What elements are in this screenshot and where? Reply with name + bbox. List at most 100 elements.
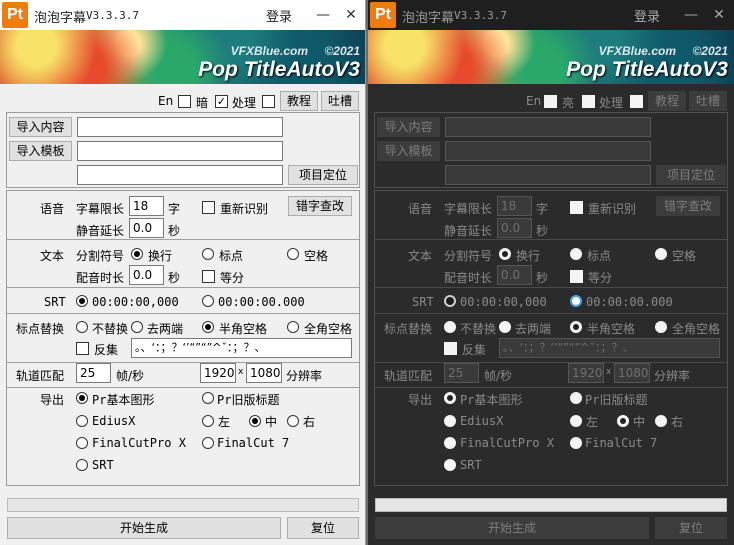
punct-half-radio[interactable] (570, 321, 582, 333)
dub-duration-input[interactable]: 0.0 (497, 265, 532, 285)
punct-half-radio[interactable] (202, 321, 214, 333)
start-generate-button[interactable]: 开始生成 (375, 517, 649, 539)
export-pr-legacy-radio[interactable] (202, 392, 214, 404)
reset-button[interactable]: 复位 (655, 517, 727, 539)
export-fcpx-radio[interactable] (76, 437, 88, 449)
en-checkbox[interactable] (544, 95, 557, 108)
sep-punct-radio[interactable] (202, 248, 214, 260)
reidentify-checkbox[interactable] (570, 201, 583, 214)
reverse-checkbox[interactable] (444, 342, 457, 355)
content-path-input[interactable] (77, 117, 283, 137)
equal-split-checkbox[interactable] (202, 270, 215, 283)
tutorial-button[interactable]: 教程 (280, 91, 318, 111)
srt-dot-radio[interactable] (202, 295, 214, 307)
fps-input[interactable]: 25 (444, 363, 479, 383)
sep-newline-radio[interactable] (131, 248, 143, 260)
content-path-input[interactable] (445, 117, 651, 137)
export-srt-radio[interactable] (76, 459, 88, 471)
template-path-input[interactable] (77, 141, 283, 161)
export-label: 导出 (40, 393, 65, 407)
banner-product: Pop TitleAutoV3 (198, 58, 360, 81)
dub-duration-unit: 秒 (168, 271, 181, 285)
sep-newline-radio[interactable] (499, 248, 511, 260)
login-link[interactable]: 登录 (266, 6, 292, 25)
width-input[interactable]: 1920 (200, 363, 236, 383)
login-link[interactable]: 登录 (634, 6, 660, 25)
import-content-button[interactable]: 导入内容 (9, 117, 72, 137)
export-pr-basic-radio[interactable] (76, 392, 88, 404)
align-center-radio[interactable] (617, 415, 629, 427)
export-fcpx-label: FinalCutPro X (92, 436, 186, 450)
export-edius-label: EdiusX (92, 414, 136, 428)
align-right-radio[interactable] (287, 415, 299, 427)
minimize-icon[interactable]: — (680, 4, 702, 26)
punct-full-radio[interactable] (655, 321, 667, 333)
limit-input[interactable]: 18 (497, 196, 532, 216)
reverse-checkbox[interactable] (76, 342, 89, 355)
project-path-input[interactable] (445, 165, 651, 185)
width-input[interactable]: 1920 (568, 363, 604, 383)
export-edius-radio[interactable] (76, 415, 88, 427)
template-path-input[interactable] (445, 141, 651, 161)
punct-strip-radio[interactable] (499, 321, 511, 333)
punct-none-radio[interactable] (76, 321, 88, 333)
srt-dot-radio[interactable] (570, 295, 582, 307)
dark-checkbox[interactable]: ✓ (215, 95, 228, 108)
minimize-icon[interactable]: — (312, 4, 334, 26)
align-center-radio[interactable] (249, 415, 261, 427)
import-template-button[interactable]: 导入模板 (9, 141, 72, 161)
export-fc7-radio[interactable] (202, 437, 214, 449)
title-bar: Pt 泡泡字幕 V3.3.3.7 登录 — ✕ (0, 0, 365, 30)
export-fc7-radio[interactable] (570, 437, 582, 449)
dub-duration-input[interactable]: 0.0 (129, 265, 164, 285)
light-checkbox[interactable] (582, 95, 595, 108)
export-srt-radio[interactable] (444, 459, 456, 471)
process-checkbox[interactable] (262, 95, 275, 108)
sep-space-label: 空格 (304, 249, 329, 263)
srt-comma-radio[interactable] (76, 295, 88, 307)
height-input[interactable]: 1080 (614, 363, 650, 383)
typo-check-button[interactable]: 错字查改 (288, 196, 352, 216)
import-content-button[interactable]: 导入内容 (377, 117, 440, 137)
import-template-button[interactable]: 导入模板 (377, 141, 440, 161)
limit-input[interactable]: 18 (129, 196, 164, 216)
export-pr-basic-radio[interactable] (444, 392, 456, 404)
align-left-radio[interactable] (570, 415, 582, 427)
align-right-radio[interactable] (655, 415, 667, 427)
export-fcpx-radio[interactable] (444, 437, 456, 449)
feedback-button[interactable]: 吐槽 (321, 91, 359, 111)
start-generate-button[interactable]: 开始生成 (7, 517, 281, 539)
delay-input[interactable]: 0.0 (497, 218, 532, 238)
punct-replace-label: 标点替换 (384, 322, 433, 336)
tutorial-button[interactable]: 教程 (648, 91, 686, 111)
project-path-input[interactable] (77, 165, 283, 185)
close-icon[interactable]: ✕ (708, 4, 730, 26)
equal-split-label: 等分 (588, 271, 613, 285)
sep-space-radio[interactable] (287, 248, 299, 260)
feedback-button[interactable]: 吐槽 (689, 91, 727, 111)
close-icon[interactable]: ✕ (340, 4, 362, 26)
punct-chars-input[interactable]: 。、‘：；？‘’“”“”^ˇ：；？、 (131, 338, 352, 358)
fps-input[interactable]: 25 (76, 363, 111, 383)
typo-check-button[interactable]: 错字查改 (656, 196, 720, 216)
sep-space-radio[interactable] (655, 248, 667, 260)
locate-project-button[interactable]: 项目定位 (656, 165, 726, 185)
equal-split-checkbox[interactable] (570, 270, 583, 283)
en-checkbox[interactable] (178, 95, 191, 108)
punct-full-radio[interactable] (287, 321, 299, 333)
delay-unit: 秒 (168, 224, 181, 238)
sep-punct-radio[interactable] (570, 248, 582, 260)
punct-chars-input[interactable]: 。、‘：；？‘’“”“”^ˇ：；？、 (499, 338, 720, 358)
process-checkbox[interactable] (630, 95, 643, 108)
punct-strip-radio[interactable] (131, 321, 143, 333)
export-pr-legacy-radio[interactable] (570, 392, 582, 404)
punct-none-radio[interactable] (444, 321, 456, 333)
delay-input[interactable]: 0.0 (129, 218, 164, 238)
locate-project-button[interactable]: 项目定位 (288, 165, 358, 185)
reset-button[interactable]: 复位 (287, 517, 359, 539)
export-edius-radio[interactable] (444, 415, 456, 427)
srt-comma-radio[interactable] (444, 295, 456, 307)
align-left-radio[interactable] (202, 415, 214, 427)
reidentify-checkbox[interactable] (202, 201, 215, 214)
height-input[interactable]: 1080 (246, 363, 282, 383)
